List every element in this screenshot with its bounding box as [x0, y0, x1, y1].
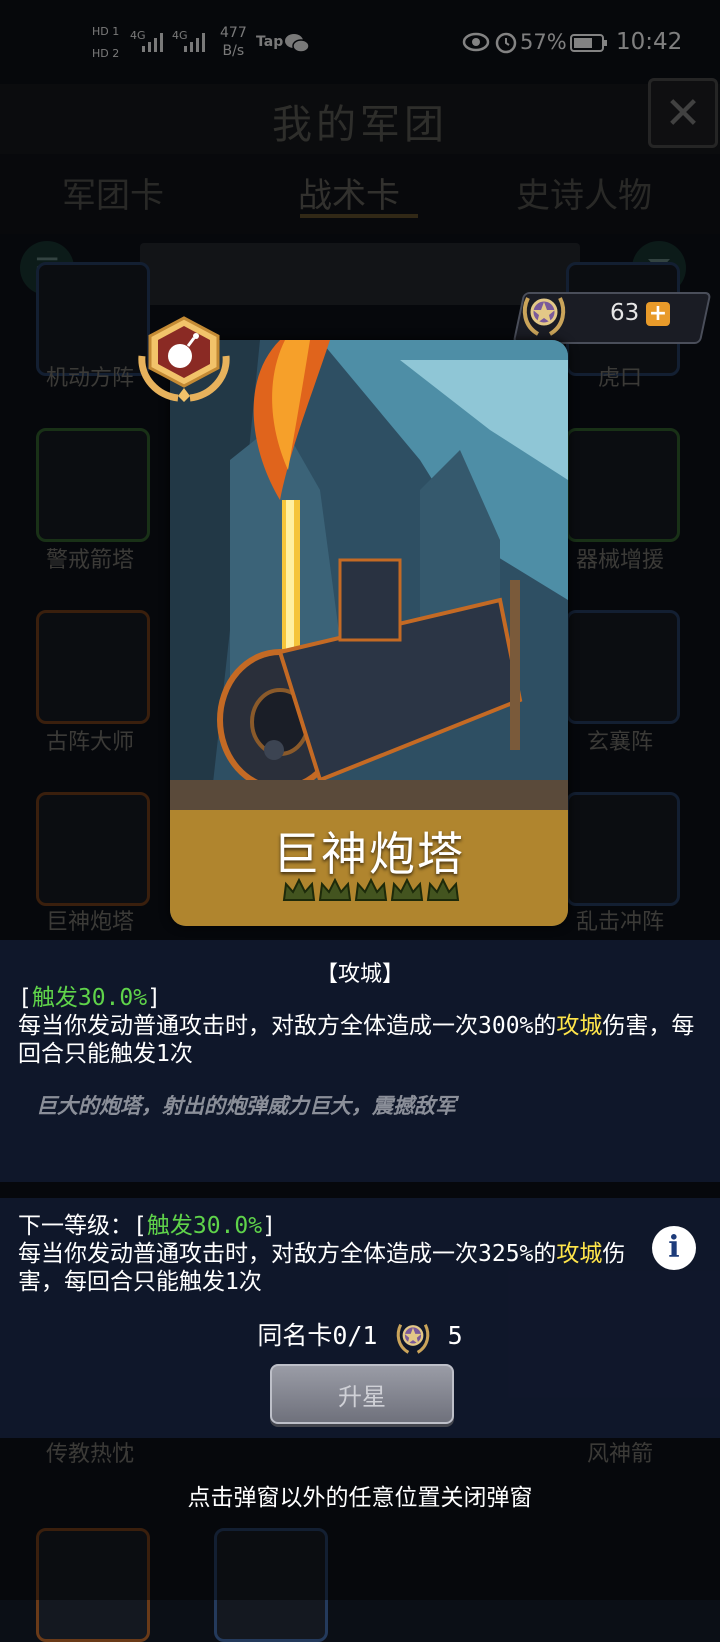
same-card-requirement: 同名卡0/1 5 — [0, 1316, 720, 1357]
card-artwork — [170, 340, 568, 810]
trigger-rate: 触发30.0% — [31, 985, 148, 1011]
upgrade-star-button[interactable]: 升星 — [270, 1364, 454, 1424]
next-level-description: 下一等级：[触发30.0%] 每当你发动普通攻击时，对敌方全体造成一次325%的… — [18, 1212, 628, 1296]
add-currency-button[interactable]: + — [646, 302, 670, 326]
card-name: 巨神炮塔 — [273, 827, 465, 881]
next-level-prefix: 下一等级：[ — [18, 1213, 147, 1239]
effect-text: 每当你发动普通攻击时，对敌方全体造成一次300%的攻城伤害，每回合只能触发1次 — [18, 1012, 698, 1068]
keyword-siege: 攻城 — [556, 1013, 603, 1039]
laurel-medal-icon — [396, 1324, 429, 1354]
next-level-trigger-line: 下一等级：[触发30.0%] — [18, 1212, 628, 1240]
laurel-medal-icon — [522, 297, 566, 336]
currency-amount: 63 — [610, 300, 640, 326]
crown-icon — [318, 877, 352, 901]
effect-text-part: 每当你发动普通攻击时，对敌方全体造成一次325%的 — [18, 1241, 557, 1267]
next-trigger-rate: 触发30.0% — [146, 1213, 263, 1239]
tactic-card-detail: 巨神炮塔 — [170, 340, 568, 926]
info-icon: i — [668, 1230, 680, 1265]
trigger-line: [触发30.0%] — [18, 984, 698, 1012]
bracket: ] — [147, 985, 161, 1011]
close-hint: 点击弹窗以外的任意位置关闭弹窗 — [187, 1485, 533, 1511]
info-button[interactable]: i — [652, 1226, 696, 1270]
effect-text-part: 每当你发动普通攻击时，对敌方全体造成一次300%的 — [18, 1013, 557, 1039]
bracket: ] — [262, 1213, 276, 1239]
crown-icon — [354, 877, 388, 901]
bomb-category-badge — [138, 316, 230, 402]
keyword-siege: 攻城 — [556, 1241, 603, 1267]
same-card-label: 同名卡0/1 — [257, 1321, 378, 1350]
crown-icon — [390, 877, 424, 901]
bracket: [ — [18, 985, 32, 1011]
effect-description: [触发30.0%] 每当你发动普通攻击时，对敌方全体造成一次300%的攻城伤害，… — [18, 984, 698, 1068]
crown-icon — [426, 877, 460, 901]
crown-icon — [282, 877, 316, 901]
flavor-text: 巨大的炮塔，射出的炮弹威力巨大，震撼敌军 — [36, 1094, 456, 1118]
medal-cost: 5 — [447, 1321, 463, 1350]
star-rating — [282, 876, 460, 904]
next-effect-text: 每当你发动普通攻击时，对敌方全体造成一次325%的攻城伤害，每回合只能触发1次 — [18, 1240, 628, 1296]
